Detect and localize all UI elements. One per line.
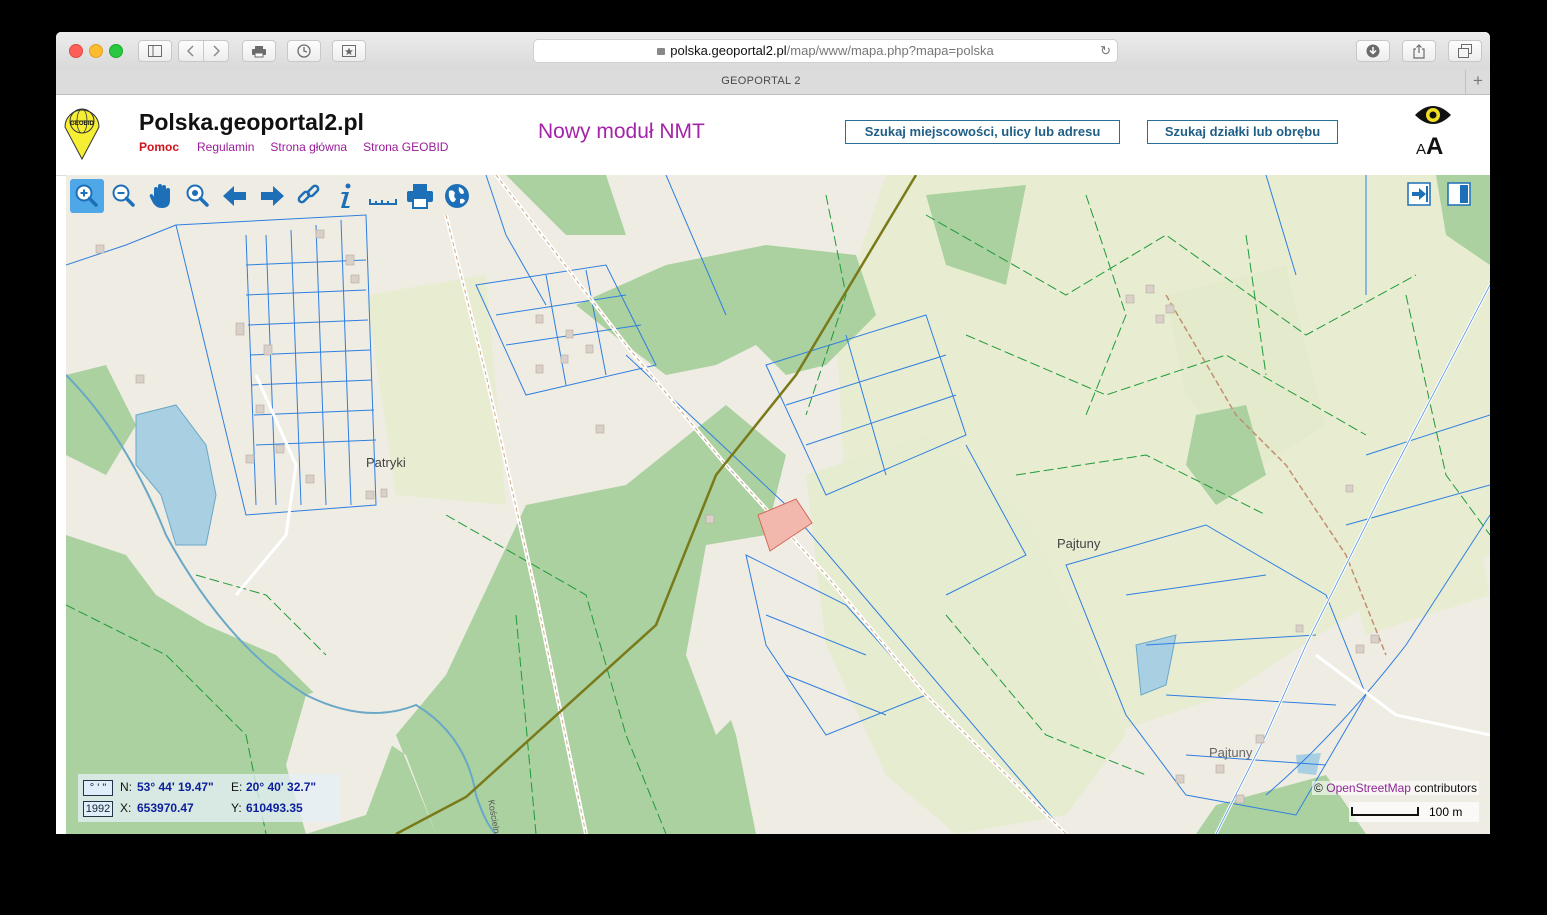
forward-button[interactable] — [203, 40, 229, 62]
tab-title[interactable]: GEOPORTAL 2 — [56, 75, 1466, 87]
globe-icon — [445, 184, 469, 208]
accessibility-eye-icon[interactable] — [1414, 103, 1452, 132]
tab-overview-button[interactable] — [1448, 40, 1482, 62]
logo-text: GEOBID — [70, 121, 94, 127]
address-host: polska.geoportal2.pl — [670, 43, 787, 58]
clock-icon — [297, 44, 311, 58]
scale-label: 100 m — [1429, 805, 1463, 819]
e-label: E: — [231, 780, 243, 794]
site-title[interactable]: Polska.geoportal2.pl — [139, 109, 364, 136]
x-label: X: — [120, 801, 132, 815]
home-link[interactable]: Strona główna — [270, 140, 347, 154]
sidebar-panel-tool[interactable] — [1446, 181, 1472, 207]
scale-bar: 100 m — [1349, 802, 1479, 822]
zoom-in-icon — [75, 184, 98, 207]
projected-coords-row: 1992 X: 653970.47 Y: 610493.35 — [83, 799, 333, 817]
help-link[interactable]: Pomoc — [139, 140, 179, 154]
place-label-patryki: Patryki — [366, 455, 406, 470]
zoom-box-icon — [186, 184, 209, 207]
header-nav: Pomoc Regulamin Strona główna Strona GEOBID — [139, 140, 464, 154]
zoom-out-tool[interactable] — [107, 179, 141, 213]
link-tool[interactable] — [292, 179, 326, 213]
info-icon — [341, 183, 351, 208]
back-button[interactable] — [178, 40, 204, 62]
close-window-button[interactable] — [69, 44, 83, 58]
address-path: /map/www/mapa.php?mapa=polska — [786, 43, 994, 58]
site-header: GEOBID Polska.geoportal2.pl Pomoc Regulam… — [56, 95, 1490, 176]
browser-titlebar: polska.geoportal2.pl/map/www/mapa.php?ma… — [56, 32, 1490, 71]
place-label-pajtuny: Pajtuny — [1057, 536, 1101, 551]
toggle-panel-tool[interactable] — [1406, 181, 1432, 207]
n-label: N: — [120, 780, 132, 794]
download-icon — [1366, 44, 1380, 58]
sidebar-toggle-button[interactable] — [138, 40, 172, 62]
search-address-button[interactable]: Szukaj miejscowości, ulicy lub adresu — [845, 120, 1120, 144]
attribution-suffix: contributors — [1414, 781, 1477, 795]
print-button[interactable] — [242, 40, 276, 62]
geobid-logo-pin: GEOBID — [64, 108, 100, 161]
zoom-box-tool[interactable] — [181, 179, 215, 213]
lock-icon — [657, 48, 666, 55]
measure-icon — [369, 199, 397, 205]
chevron-left-icon — [186, 45, 194, 57]
bookmarks-button[interactable] — [332, 40, 366, 62]
scale-line — [1351, 807, 1419, 816]
link-icon — [297, 184, 320, 204]
map-attribution: © OpenStreetMap contributors — [1312, 781, 1479, 795]
search-parcel-button[interactable]: Szukaj działki lub obrębu — [1147, 120, 1338, 144]
font-large-label: A — [1426, 133, 1444, 160]
coordinates-panel: ° ' " N: 53° 44' 19.47" E: 20° 40' 32.7"… — [78, 774, 340, 822]
sidebar-icon — [148, 45, 162, 57]
geobid-logo[interactable]: GEOBID — [62, 101, 102, 161]
pan-tool[interactable] — [144, 179, 178, 213]
print-icon — [407, 184, 433, 209]
copyright-symbol: © — [1314, 781, 1323, 795]
maximize-window-button[interactable] — [109, 44, 123, 58]
downloads-button[interactable] — [1356, 40, 1390, 62]
coordinate-system-toggle[interactable]: 1992 — [83, 801, 113, 817]
history-button[interactable] — [287, 40, 321, 62]
sidebar-panel-icon — [1447, 182, 1471, 206]
share-button[interactable] — [1402, 40, 1436, 62]
printer-icon — [252, 46, 266, 58]
osm-link[interactable]: OpenStreetMap — [1326, 781, 1411, 795]
tabs-icon — [1458, 44, 1472, 58]
pan-hand-icon — [149, 184, 170, 208]
place-label-pajtuny-village: Pajtuny — [1209, 745, 1253, 760]
panel-arrow-icon — [1407, 182, 1431, 206]
y-label: Y: — [231, 801, 242, 815]
geographic-coords-row: ° ' " N: 53° 44' 19.47" E: 20° 40' 32.7" — [83, 778, 333, 796]
zoom-out-icon — [112, 184, 135, 207]
previous-extent-tool[interactable] — [218, 179, 252, 213]
e-value: 20° 40' 32.7" — [246, 780, 317, 794]
new-tab-button[interactable]: + — [1465, 70, 1490, 94]
tab-bar: GEOPORTAL 2 + — [56, 70, 1490, 95]
rules-link[interactable]: Regulamin — [197, 140, 254, 154]
geobid-link[interactable]: Strona GEOBID — [363, 140, 448, 154]
chevron-right-icon — [213, 45, 221, 57]
forward-arrow-icon — [261, 186, 284, 206]
address-bar[interactable]: polska.geoportal2.pl/map/www/mapa.php?ma… — [533, 39, 1118, 63]
next-extent-tool[interactable] — [255, 179, 289, 213]
share-icon — [1413, 44, 1425, 59]
font-size-toggle[interactable]: AA — [1416, 133, 1443, 161]
reload-icon[interactable]: ↻ — [1100, 40, 1111, 62]
browser-window: polska.geoportal2.pl/map/www/mapa.php?ma… — [56, 32, 1490, 834]
map-canvas[interactable]: Patryki Pajtuny Pajtuny Kościelna ° ' " … — [66, 175, 1490, 834]
zoom-in-tool[interactable] — [70, 179, 104, 213]
star-icon — [342, 45, 356, 57]
info-tool[interactable] — [329, 179, 363, 213]
n-value: 53° 44' 19.47" — [137, 780, 214, 794]
print-map-tool[interactable] — [403, 179, 437, 213]
layers-globe-tool[interactable] — [440, 179, 474, 213]
nmt-module-link[interactable]: Nowy moduł NMT — [538, 120, 705, 144]
back-arrow-icon — [223, 186, 246, 206]
minimize-window-button[interactable] — [89, 44, 103, 58]
map-layer — [66, 175, 1490, 834]
dms-format-toggle[interactable]: ° ' " — [83, 780, 113, 796]
font-small-label: A — [1416, 141, 1427, 158]
measure-tool[interactable] — [366, 179, 400, 213]
y-value: 610493.35 — [246, 801, 303, 815]
x-value: 653970.47 — [137, 801, 194, 815]
